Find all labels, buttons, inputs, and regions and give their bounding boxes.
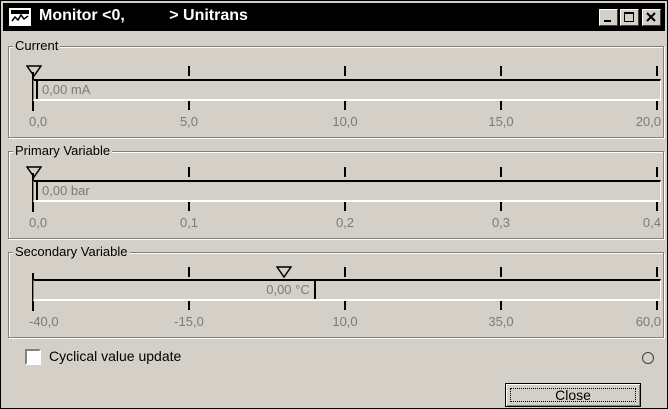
scale-pointer-icon bbox=[26, 166, 42, 178]
close-button[interactable]: Close bbox=[505, 383, 641, 407]
scale-tick-label: -15,0 bbox=[174, 314, 204, 329]
close-icon[interactable] bbox=[642, 9, 661, 26]
scale-tick-lower bbox=[656, 101, 658, 110]
scale-tick bbox=[188, 267, 190, 277]
scale-pointer-icon bbox=[26, 65, 42, 77]
scale-tick-lower bbox=[188, 101, 190, 110]
scale-tick-label: -40,0 bbox=[29, 314, 59, 329]
scale-tick bbox=[344, 267, 346, 277]
scale-tick-lower bbox=[656, 301, 658, 310]
value-bar: 0,00 °C bbox=[33, 279, 661, 301]
primary-variable-group-label: Primary Variable bbox=[13, 143, 113, 159]
scale-tick-label: 10,0 bbox=[332, 114, 358, 129]
window-title: Monitor <0, > Unitrans bbox=[39, 7, 248, 24]
scale-tick-label: 0,2 bbox=[335, 215, 355, 230]
scale-tick-lower bbox=[500, 202, 502, 211]
scale-tick-lower bbox=[344, 301, 346, 310]
secondary-variable-group-label: Secondary Variable bbox=[13, 244, 130, 260]
value-marker bbox=[36, 81, 38, 99]
scale-tick-label: 20,0 bbox=[635, 114, 661, 129]
scale-tick bbox=[656, 267, 658, 277]
status-led-icon bbox=[642, 352, 654, 364]
primary-variable-group: Primary Variable 0,0 0,1 0,2 0,3 0,4 0,00 bar bbox=[8, 143, 664, 239]
scale-tick bbox=[500, 66, 502, 76]
scale-tick bbox=[500, 267, 502, 277]
cyclical-update-label[interactable]: Cyclical value update bbox=[49, 348, 181, 364]
scale-tick-label: 5,0 bbox=[179, 114, 199, 129]
close-button-focus-rect bbox=[510, 388, 636, 402]
scale-tick-label: 10,0 bbox=[332, 314, 358, 329]
scale-tick-label: 15,0 bbox=[488, 114, 514, 129]
value-readout: 0,00 mA bbox=[42, 82, 91, 97]
scale-tick bbox=[344, 66, 346, 76]
scale-tick-label: 0,3 bbox=[491, 215, 511, 230]
value-marker bbox=[313, 281, 316, 299]
scale-pointer-icon bbox=[275, 266, 292, 278]
monitor-window: Monitor <0, > Unitrans Current 0,0 5,0 10,… bbox=[0, 0, 668, 409]
scale-tick-label: 60,0 bbox=[635, 314, 661, 329]
scale-tick-lower bbox=[344, 202, 346, 211]
scale-tick-lower bbox=[500, 101, 502, 110]
scale-tick bbox=[656, 66, 658, 76]
current-group: Current 0,0 5,0 10,0 15,0 20,0 0,00 mA bbox=[8, 38, 664, 138]
scale-tick-lower bbox=[656, 202, 658, 211]
value-readout: 0,00 °C bbox=[266, 282, 310, 297]
value-bar: 0,00 mA bbox=[33, 79, 661, 101]
scale-tick bbox=[656, 167, 658, 177]
scale-tick bbox=[500, 167, 502, 177]
value-bar: 0,00 bar bbox=[33, 180, 661, 202]
maximize-icon[interactable] bbox=[620, 9, 639, 26]
value-readout: 0,00 bar bbox=[42, 183, 90, 198]
title-bar[interactable]: Monitor <0, > Unitrans bbox=[3, 3, 665, 31]
scale-tick-label: 0,4 bbox=[642, 215, 661, 230]
value-marker bbox=[36, 182, 38, 200]
scale-tick bbox=[344, 167, 346, 177]
scale-tick-lower bbox=[188, 202, 190, 211]
scale-tick-lower bbox=[188, 301, 190, 310]
scale-tick bbox=[188, 167, 190, 177]
minimize-icon[interactable] bbox=[599, 9, 618, 26]
scale-tick-label: 0,1 bbox=[179, 215, 199, 230]
scale-tick-lower bbox=[500, 301, 502, 310]
monitor-app-icon bbox=[9, 8, 31, 26]
secondary-variable-group: Secondary Variable -40,0 -15,0 10,0 35,0 60,… bbox=[8, 244, 664, 338]
cyclical-update-checkbox[interactable] bbox=[25, 349, 41, 365]
scale-tick-label: 0,0 bbox=[29, 215, 48, 230]
scale-tick-lower bbox=[344, 101, 346, 110]
scale-tick bbox=[188, 66, 190, 76]
current-group-label: Current bbox=[13, 38, 61, 54]
scale-tick-label: 35,0 bbox=[488, 314, 514, 329]
scale-tick-label: 0,0 bbox=[29, 114, 48, 129]
